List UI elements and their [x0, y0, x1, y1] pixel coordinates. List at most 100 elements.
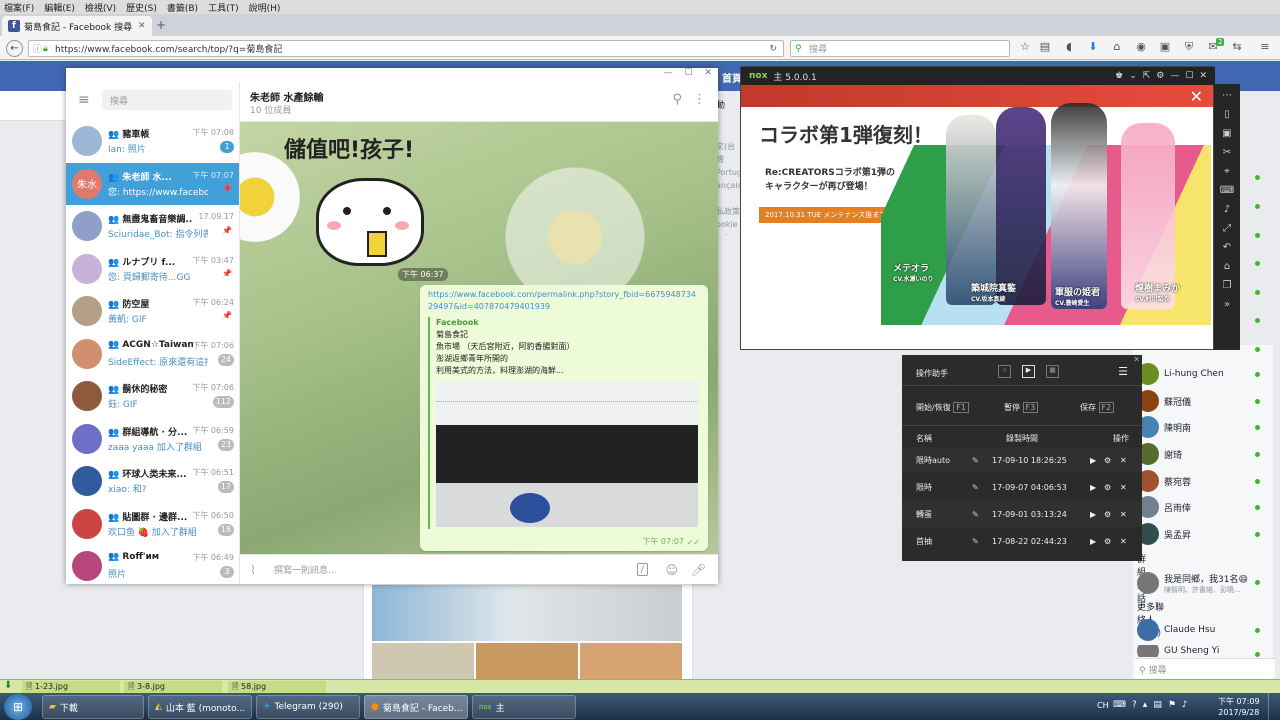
chat-search-input[interactable]: ⚲ 搜尋	[1135, 658, 1275, 678]
chat-contact[interactable]: 呂雨倖	[1137, 496, 1272, 518]
message-link[interactable]: https://www.facebook.com/permalink.php?s…	[428, 289, 700, 313]
more-icon[interactable]: ⋯	[1222, 90, 1232, 101]
close-icon[interactable]: ✕	[1199, 71, 1207, 81]
panel-close-icon[interactable]: ✕	[1133, 355, 1140, 364]
back-icon[interactable]: ↶	[1223, 242, 1231, 253]
settings-icon[interactable]: ⚙	[1104, 483, 1111, 492]
system-tray-icons[interactable]: ⌨ ? ▴ ▤ ⚑ ♪	[1113, 700, 1188, 710]
macro-row[interactable]: 轉蛋 ✎ 17-09-01 03:13:24 ▶ ⚙ ✕	[902, 501, 1142, 527]
delete-icon[interactable]: ✕	[1120, 510, 1127, 519]
help-icon[interactable]: ?	[1132, 700, 1137, 710]
close-tab-icon[interactable]: ✕	[138, 21, 146, 31]
settings-icon[interactable]: ⚙	[1156, 71, 1164, 81]
delete-icon[interactable]: ✕	[1120, 456, 1127, 465]
location-icon[interactable]: ⌖	[1224, 166, 1230, 177]
ime-icon[interactable]: ⌨	[1113, 700, 1126, 710]
chat-list-item[interactable]: 👥 防空屋 下午 06:24 黃凱: GIF 📌	[66, 290, 239, 332]
play-icon[interactable]: ▶	[1090, 537, 1096, 546]
chat-header[interactable]: 朱老師 水產餘輸 10 位成員 ⚲ ⋮	[240, 82, 718, 122]
settings-icon[interactable]: ⚙	[1104, 537, 1111, 546]
chat-list-item[interactable]: 👥 ルナプリ f... 下午 03:47 您: 頁歸郵寄待...GG 📌	[66, 248, 239, 290]
cut-icon[interactable]: ✂	[1223, 147, 1231, 158]
show-desktop-button[interactable]	[1268, 693, 1280, 720]
new-tab-button[interactable]: +	[156, 18, 166, 32]
banner-close-button[interactable]: ✕	[1190, 87, 1203, 106]
chat-list-item[interactable]: 👥 ACGN☆Taiwan下午 07:06 SideEffect: 原來還有這招.…	[66, 333, 239, 375]
chat-contact[interactable]: Li-hung Chen	[1137, 363, 1272, 385]
outgoing-message[interactable]: https://www.facebook.com/permalink.php?s…	[420, 285, 708, 551]
account-icon[interactable]: ♚	[1115, 71, 1123, 81]
group-chat-item[interactable]: 我是同鄉，我31名😄 陳智明、許書維、彭曉...	[1137, 570, 1272, 596]
chat-contact[interactable]: Claude Hsu	[1137, 619, 1272, 641]
taskbar-telegram[interactable]: ✈ Telegram (290)	[256, 695, 360, 719]
minimize-icon[interactable]: —	[663, 68, 672, 82]
chat-list-item[interactable]: 👥 群組導航 · 分... 下午 06:59 zaaa yaaa 加入了群組 23	[66, 418, 239, 460]
play-icon[interactable]: ▶	[1090, 483, 1096, 492]
settings-icon[interactable]: ⚙	[1104, 456, 1111, 465]
chat-list-item[interactable]: 👥 Roff'им 下午 06:49 照片 3	[66, 545, 239, 584]
telegram-search-input[interactable]: 搜尋	[102, 90, 232, 110]
sync-icon[interactable]: ⇆	[1230, 40, 1244, 54]
sticker[interactable]: 儲值吧!孩子! 下午 06:37	[280, 122, 450, 292]
download-arrow-icon[interactable]: ⬇	[4, 680, 12, 691]
minimize-icon[interactable]: —	[1170, 71, 1179, 81]
chat-contact[interactable]: 蘇冠儀	[1137, 390, 1272, 412]
maximize-icon[interactable]: ☐	[1185, 71, 1193, 81]
menu-item[interactable]: 書籤(B)	[167, 1, 198, 14]
menu-item[interactable]: 說明(H)	[249, 1, 281, 14]
chat-list-item[interactable]: 👥 豬車帳 下午 07:08 Ian: 照片 1	[66, 120, 239, 162]
shield-icon[interactable]: ⛨	[1182, 40, 1196, 54]
recent-apps-icon[interactable]: ❐	[1223, 280, 1232, 291]
game-banner[interactable]: ✕ コラボ第1弾復刻！ Re:CREATORSコラボ第1弾の キャラクターが再び…	[741, 85, 1213, 349]
edit-icon[interactable]: ✎	[972, 483, 979, 492]
chat-contact[interactable]: 吳孟昇	[1137, 523, 1272, 545]
back-button[interactable]: ←	[6, 40, 23, 57]
play-icon[interactable]: ▶	[1090, 456, 1096, 465]
macro-row[interactable]: 限時auto ✎ 17-09-10 18:26:25 ▶ ⚙ ✕	[902, 447, 1142, 473]
macro-row[interactable]: 首抽 ✎ 17-08-22 02:44:23 ▶ ⚙ ✕	[902, 528, 1142, 554]
chat-contact[interactable]: 蔡宛蓉	[1137, 470, 1272, 492]
input-language[interactable]: CH	[1097, 701, 1109, 710]
start-button[interactable]: ⊞	[4, 694, 32, 720]
more-menu-icon[interactable]: ⋮	[693, 92, 706, 107]
taskbar-firefox[interactable]: ● 菊島食記 - Faceb...	[364, 695, 468, 719]
facebook-home-link[interactable]: 首頁	[722, 70, 742, 85]
reading-list-icon[interactable]: ▤	[1038, 40, 1052, 54]
extension-icon[interactable]: ▣	[1158, 40, 1172, 54]
taskbar-app[interactable]: ◭ 山本 藍 (monoto...	[148, 695, 252, 719]
chat-list-item[interactable]: 朱水 👥 朱老師 水... 下午 07:07 您: https://www.faceb…	[66, 162, 239, 205]
chat-contact[interactable]: GU Sheng Yi	[1137, 645, 1272, 657]
play-icon[interactable]: ▶	[1090, 510, 1096, 519]
emoji-icon[interactable]: ☺	[665, 563, 678, 577]
chat-list-item[interactable]: 👥 無盡鬼畜音樂調... 17.09.17 Sciuridae_Bot: 指令列表:…	[66, 205, 239, 247]
network-icon[interactable]: ▤	[1153, 700, 1162, 710]
keyboard-icon[interactable]: ⌨	[1220, 185, 1234, 196]
addon-icon[interactable]: ◉	[1134, 40, 1148, 54]
attach-icon[interactable]: ⌇	[250, 563, 256, 577]
install-apk-icon[interactable]: ▯	[1224, 109, 1230, 120]
settings-icon[interactable]: ⚙	[1104, 510, 1111, 519]
chat-list-item[interactable]: 👥 环球人类未来... 下午 06:51 xiao: 和? 17	[66, 460, 239, 502]
commands-icon[interactable]: /	[636, 563, 648, 576]
reload-icon[interactable]: ↻	[769, 44, 777, 54]
chat-list-item[interactable]: 👥 貼圖群 · 邊群... 下午 06:50 欢口鱼 🍓 加入了群組 18	[66, 503, 239, 545]
stop-icon[interactable]: ■	[1046, 365, 1059, 378]
browser-tab[interactable]: f 菊島食記 - Facebook 搜尋 ✕	[2, 16, 152, 36]
fullscreen-icon[interactable]: ⤢	[1223, 223, 1231, 234]
macro-row[interactable]: 限時 ✎ 17-09-07 04:06:53 ▶ ⚙ ✕	[902, 474, 1142, 500]
search-icon[interactable]: ⚲	[672, 92, 682, 107]
menu-item[interactable]: 編輯(E)	[44, 1, 75, 14]
chat-contact[interactable]: 陳明南	[1137, 416, 1272, 438]
menu-item[interactable]: 歷史(S)	[126, 1, 157, 14]
clock[interactable]: 下午 07:09 2017/9/28	[1218, 696, 1260, 718]
volume-icon[interactable]: ♪	[1224, 204, 1230, 215]
bookmark-star-icon[interactable]: ☆	[1018, 40, 1032, 54]
hamburger-menu-icon[interactable]: ≡	[78, 92, 90, 108]
expand-icon[interactable]: »	[1224, 299, 1230, 310]
menu-icon[interactable]: ≡	[1258, 40, 1272, 54]
menu-item[interactable]: 檔案(F)	[4, 1, 34, 14]
play-icon[interactable]: ▶	[1022, 365, 1035, 378]
link-preview[interactable]: Facebook 菊島食記 魚市場 （天后宮附近，阿豹香腸對面） 澎湖返鄉青年所…	[428, 317, 700, 529]
close-icon[interactable]: ✕	[704, 68, 712, 82]
chat-contact[interactable]: 謝琦	[1137, 443, 1272, 465]
